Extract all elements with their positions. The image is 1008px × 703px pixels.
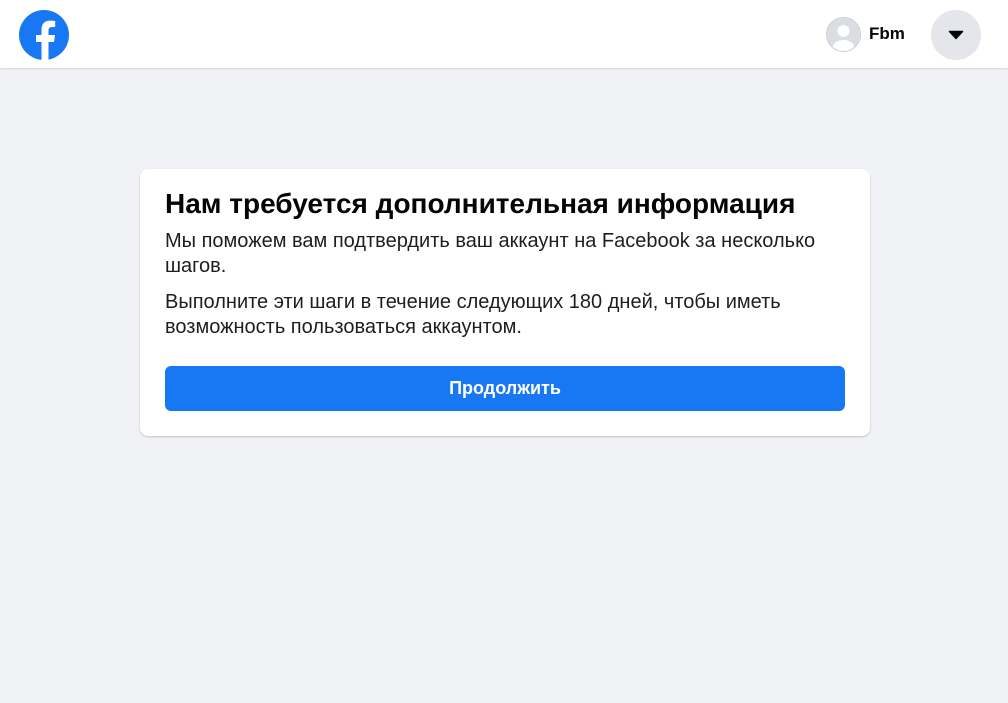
continue-button[interactable]: Продолжить [165, 366, 845, 411]
profile-name: Fbm [869, 24, 905, 43]
profile-button[interactable]: Fbm [820, 12, 915, 56]
card-title: Нам требуется дополнительная информация [165, 188, 796, 219]
card-description: Мы поможем вам подтвердить ваш аккаунт н… [165, 230, 816, 277]
account-menu-button[interactable] [931, 10, 981, 60]
default-avatar-icon [826, 16, 861, 52]
caret-down-icon [948, 30, 964, 40]
verification-card: Нам требуется дополнительная информация … [140, 169, 870, 436]
top-navigation-bar: Fbm [0, 0, 1008, 68]
facebook-logo-icon[interactable] [19, 10, 69, 61]
card-deadline-notice: Выполните эти шаги в течение следующих 1… [165, 291, 781, 338]
